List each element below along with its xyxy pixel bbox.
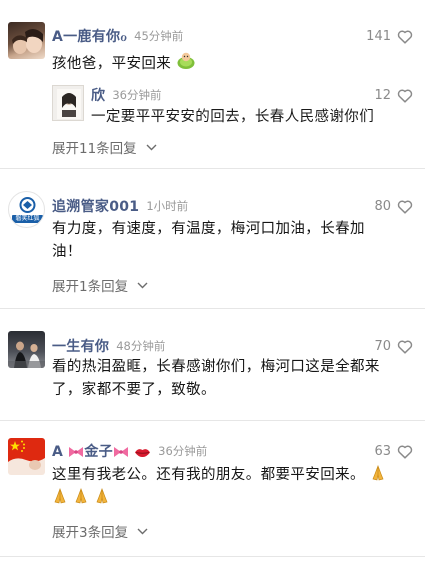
- divider: [0, 556, 425, 557]
- comment-item: 一生有你 48分钟前 70 看的热泪盈眶，长春感谢你们，梅河口这是全都来 了，家…: [0, 309, 425, 419]
- reply-like-count: 12: [374, 87, 391, 103]
- chevron-down-icon: [137, 528, 148, 534]
- username[interactable]: A一鹿有你ℴ: [52, 26, 127, 46]
- reply-username[interactable]: 欣: [91, 85, 105, 105]
- comment-item: 磐笑红狐 追溯管家001 1小时前 80 有力度，有速度，有温度，梅河口加油，长…: [0, 169, 425, 309]
- like-button[interactable]: 141: [366, 25, 413, 47]
- comment-header: A 金子 36分钟前: [52, 440, 207, 462]
- praying-hands-emoji-icon: [372, 465, 384, 481]
- comment-text-line: 看的热泪盈眶，长春感谢你们，梅河口这是全都来: [52, 359, 380, 375]
- bow-emoji-icon: [113, 447, 128, 457]
- like-count: 70: [374, 338, 391, 354]
- avatar-logo-text: 磐笑红狐: [15, 215, 40, 222]
- comment-text-line: 有力度，有速度，有温度，梅河口加油，长春加: [52, 221, 365, 237]
- username[interactable]: 追溯管家001: [52, 196, 139, 216]
- username-core: 金子: [84, 444, 113, 460]
- expand-replies-label: 展开3条回复: [52, 525, 129, 541]
- comment-text-line: 这里有我老公。还有我的朋友。都要平安回来。: [52, 464, 414, 487]
- comment-header: 追溯管家001 1小时前: [52, 195, 188, 217]
- reply-time: 36分钟前: [112, 88, 162, 102]
- comment-header: 一生有你 48分钟前: [52, 335, 165, 357]
- heart-outline-icon[interactable]: [397, 199, 413, 214]
- comment-item: A 金子 36分钟前 63 这里有我老公。还有我的朋友。都要平安回来。 展开3条…: [0, 421, 425, 564]
- like-button[interactable]: 63: [374, 440, 413, 462]
- comment-text-line: 了，家都不要了，致敬。: [52, 382, 216, 398]
- bow-emoji-icon: [69, 447, 84, 457]
- praying-hands-emoji-icon: [54, 488, 66, 504]
- comment-text: 这里有我老公。还有我的朋友。都要平安回来。: [52, 464, 414, 510]
- praying-hands-emoji-icon: [96, 488, 108, 504]
- heart-outline-icon[interactable]: [397, 444, 413, 459]
- comment-item: A一鹿有你ℴ 45分钟前 141 孩他爸，平安回来 欣 36分钟前 12 一定要…: [0, 0, 425, 168]
- reply-avatar[interactable]: [52, 85, 84, 121]
- like-count: 141: [366, 28, 391, 44]
- comment-time: 1小时前: [146, 199, 189, 213]
- comment-text-content: 孩他爸，平安回来: [52, 56, 172, 72]
- comment-time: 48分钟前: [116, 339, 166, 353]
- reply-text: 一定要平平安安的回去，长春人民感谢你们: [91, 109, 375, 125]
- chevron-down-icon: [146, 144, 157, 150]
- lips-emoji-icon: [135, 449, 151, 458]
- expand-replies-label: 展开11条回复: [52, 141, 137, 157]
- heart-outline-icon[interactable]: [397, 339, 413, 354]
- expand-replies-label: 展开1条回复: [52, 279, 129, 295]
- comment-text-line: 油！: [52, 244, 82, 260]
- reply-item: 欣 36分钟前 12 一定要平平安安的回去，长春人民感谢你们: [52, 85, 425, 125]
- username[interactable]: 一生有你: [52, 336, 109, 356]
- like-count: 63: [374, 443, 391, 459]
- heart-outline-icon[interactable]: [397, 29, 413, 44]
- avatar[interactable]: [8, 331, 45, 368]
- like-count: 80: [374, 198, 391, 214]
- reply-like-button[interactable]: 12: [374, 85, 413, 105]
- chevron-down-icon: [137, 282, 148, 288]
- avatar[interactable]: [8, 22, 45, 59]
- username-prefix: A: [52, 444, 64, 460]
- comment-time: 45分钟前: [134, 29, 184, 43]
- praying-hands-emoji-icon: [75, 488, 87, 504]
- comment-text-line: [52, 487, 414, 510]
- heart-outline-icon[interactable]: [397, 88, 413, 103]
- avatar[interactable]: 磐笑红狐: [8, 191, 45, 228]
- reply-header: 欣 36分钟前: [91, 85, 161, 105]
- comment-text: 看的热泪盈眶，长春感谢你们，梅河口这是全都来 了，家都不要了，致敬。: [52, 356, 414, 402]
- like-button[interactable]: 70: [374, 335, 413, 357]
- comment-time: 36分钟前: [158, 444, 208, 458]
- comment-header: A一鹿有你ℴ 45分钟前: [52, 25, 183, 47]
- comment-text: 有力度，有速度，有温度，梅河口加油，长春加 油！: [52, 218, 414, 264]
- expand-replies-button[interactable]: 展开3条回复: [52, 521, 148, 541]
- comment-text-content: 这里有我老公。还有我的朋友。都要平安回来。: [52, 467, 365, 483]
- like-button[interactable]: 80: [374, 195, 413, 217]
- avatar[interactable]: [8, 438, 45, 475]
- expand-replies-button[interactable]: 展开1条回复: [52, 275, 148, 295]
- cabbage-emoji-icon: [177, 52, 195, 69]
- username[interactable]: A 金子: [52, 441, 151, 461]
- comment-text: 孩他爸，平安回来: [52, 52, 414, 76]
- expand-replies-button[interactable]: 展开11条回复: [52, 137, 157, 157]
